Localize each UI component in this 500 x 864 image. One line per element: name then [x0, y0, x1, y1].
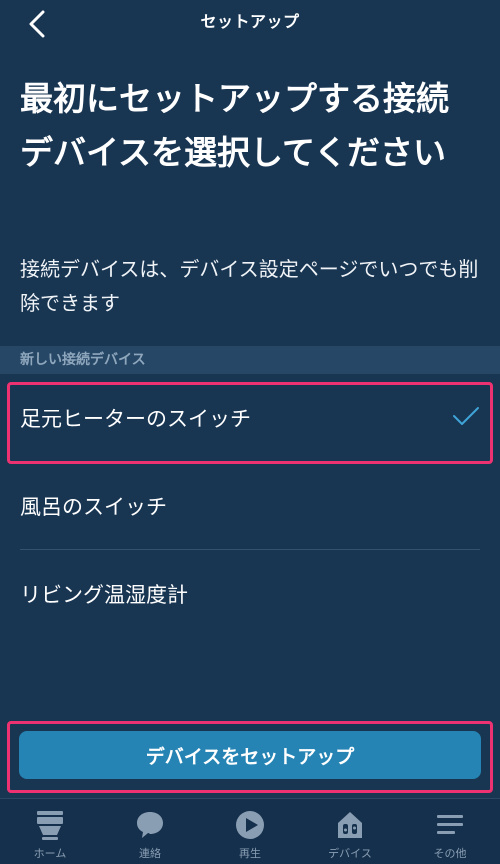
- tab-label: デバイス: [328, 847, 372, 860]
- header: セットアップ: [0, 0, 500, 40]
- tab-bar: ホーム 連絡 再生 デバイス その他: [0, 798, 500, 864]
- header-title: セットアップ: [200, 12, 300, 31]
- devices-icon: [338, 812, 362, 838]
- device-item-foot-heater-switch[interactable]: 足元ヒーターのスイッチ: [0, 374, 500, 462]
- tab-play[interactable]: 再生: [200, 799, 300, 864]
- play-icon: [236, 811, 264, 839]
- tab-label: ホーム: [33, 847, 67, 860]
- speech-bubble-icon: [137, 812, 163, 838]
- setup-device-button[interactable]: デバイスをセットアップ: [19, 731, 481, 779]
- menu-icon: [437, 815, 463, 834]
- section-label: 新しい接続デバイス: [20, 352, 146, 368]
- tab-label: 再生: [239, 847, 261, 860]
- tab-more[interactable]: その他: [400, 799, 500, 864]
- tab-label: 連絡: [139, 847, 161, 860]
- home-icon: [37, 811, 63, 840]
- device-label: リビング温湿度計: [20, 583, 188, 607]
- tab-communicate[interactable]: 連絡: [100, 799, 200, 864]
- checkmark-icon: [453, 407, 479, 425]
- tab-devices[interactable]: デバイス: [300, 799, 400, 864]
- tab-home[interactable]: ホーム: [0, 799, 100, 864]
- device-label: 足元ヒーターのスイッチ: [20, 407, 251, 431]
- description-text: 接続デバイスは、デバイス設定ページでいつでも削除できます: [20, 257, 479, 315]
- section-header: 新しい接続デバイス: [0, 346, 500, 374]
- page-title: 最初にセットアップする接続デバイスを選択してください: [20, 79, 449, 172]
- device-label: 風呂のスイッチ: [20, 495, 167, 519]
- device-item-living-thermometer[interactable]: リビング温湿度計: [0, 550, 500, 638]
- device-item-bath-switch[interactable]: 風呂のスイッチ: [0, 462, 500, 550]
- tab-label: その他: [433, 847, 467, 860]
